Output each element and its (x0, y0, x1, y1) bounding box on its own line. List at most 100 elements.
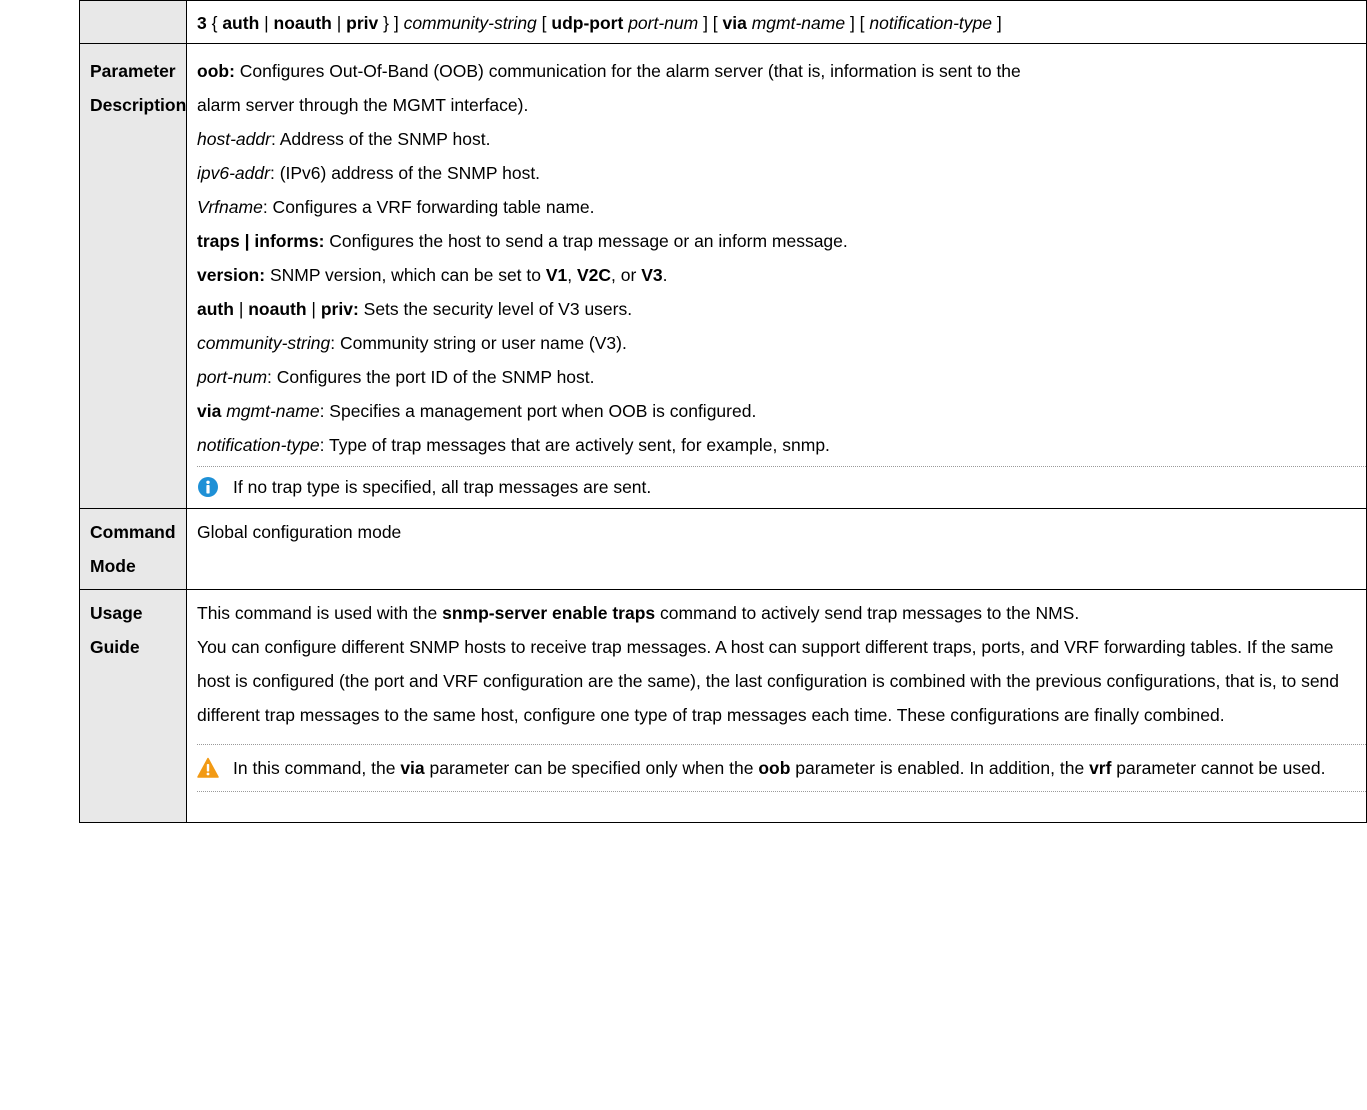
bold-term: V2C (577, 265, 612, 285)
text-run: alarm server through the MGMT interface)… (197, 95, 529, 115)
italic-term: port-num (197, 367, 268, 387)
caution-note: In this command, the via parameter can b… (197, 744, 1366, 792)
italic-term: notification-type (869, 13, 992, 33)
command-mode-label: Command Mode (79, 508, 187, 590)
text-run: ] [ (698, 13, 723, 33)
text-run: SNMP version, which can be set to (265, 265, 546, 285)
text-run: ] [ (845, 13, 870, 33)
bold-term: 3 (197, 13, 207, 33)
bold-term: via (722, 13, 747, 33)
cell-spacer (197, 792, 1366, 822)
text-run: This command is used with the (197, 603, 443, 623)
bold-term: auth (197, 299, 234, 319)
text-run: : Community string or user name (V3). (330, 333, 627, 353)
command-mode-value: Global configuration mode (197, 522, 402, 542)
italic-term: notification-type (197, 435, 320, 455)
bold-term: auth (222, 13, 260, 33)
bold-term: snmp-server enable traps (442, 603, 656, 623)
param-line: host-addr: Address of the SNMP host. (197, 122, 1366, 156)
info-icon (198, 477, 218, 497)
italic-term: ipv6-addr (197, 163, 270, 183)
syntax-row: 3 { auth | noauth | priv } ] community-s… (79, 0, 1367, 44)
bold-term: oob (758, 758, 791, 778)
usage-guide-row: Usage Guide This command is used with th… (79, 589, 1367, 823)
bold-term: priv (346, 13, 379, 33)
text-run: | (331, 13, 347, 33)
param-line: community-string: Community string or us… (197, 326, 1366, 360)
bold-term: via (400, 758, 425, 778)
param-line: oob: Configures Out-Of-Band (OOB) commun… (197, 54, 1366, 88)
italic-term: mgmt-name (226, 401, 320, 421)
syntax-text: 3 { auth | noauth | priv } ] community-s… (197, 1, 1366, 43)
text-run: , (567, 265, 577, 285)
parameter-description: oob: Configures Out-Of-Band (OOB) commun… (186, 43, 1367, 509)
syntax-cell: 3 { auth | noauth | priv } ] community-s… (186, 0, 1367, 44)
command-reference-table: 3 { auth | noauth | priv } ] community-s… (79, 0, 1367, 823)
param-line: via mgmt-name: Specifies a management po… (197, 394, 1366, 428)
text-run: | (233, 299, 249, 319)
param-line: Vrfname: Configures a VRF forwarding tab… (197, 190, 1366, 224)
parameter-label-line1: Parameter (90, 61, 176, 81)
italic-term: Vrfname (197, 197, 263, 217)
bold-term: V3 (641, 265, 663, 285)
parameter-label-line2: Description (90, 95, 187, 115)
bold-term: udp-port (551, 13, 624, 33)
text-run: [ (536, 13, 552, 33)
param-line: port-num: Configures the port ID of the … (197, 360, 1366, 394)
text-run: In this command, the (233, 758, 401, 778)
text-run: If no trap type is specified, all trap m… (233, 477, 652, 497)
syntax-label-cell (79, 0, 187, 44)
usage-guide-label: Usage Guide (79, 589, 187, 823)
param-line: auth | noauth | priv: Sets the security … (197, 292, 1366, 326)
italic-term: port-num (628, 13, 699, 33)
command-mode-row: Command Mode Global configuration mode (79, 508, 1367, 590)
text-run: . (662, 265, 668, 285)
italic-term: community-string (197, 333, 331, 353)
text-run: | (306, 299, 321, 319)
usage-paragraph-1: This command is used with the snmp-serve… (197, 590, 1366, 630)
text-run: : (IPv6) address of the SNMP host. (269, 163, 541, 183)
text-run: ] (991, 13, 1002, 33)
info-note: If no trap type is specified, all trap m… (197, 466, 1366, 508)
usage-guide-cell: This command is used with the snmp-serve… (186, 589, 1367, 823)
parameter-label: Parameter Description (79, 43, 187, 509)
param-line: version: SNMP version, which can be set … (197, 258, 1366, 292)
text-run: : Specifies a management port when OOB i… (319, 401, 757, 421)
text-run: : Address of the SNMP host. (270, 129, 491, 149)
text-run: , or (611, 265, 642, 285)
text-run: : Configures a VRF forwarding table name… (262, 197, 595, 217)
bold-term: traps | informs: (197, 231, 325, 251)
command-mode-cell: Global configuration mode (186, 508, 1367, 590)
warning-icon (197, 757, 219, 778)
text-run: parameter is enabled. In addition, the (790, 758, 1090, 778)
italic-term: mgmt-name (751, 13, 846, 33)
bold-term: noauth (248, 299, 307, 319)
param-line: ipv6-addr: (IPv6) address of the SNMP ho… (197, 156, 1366, 190)
text-run: Sets the security level of V3 users. (358, 299, 633, 319)
text-run: command to actively send trap messages t… (655, 603, 1080, 623)
command-mode-label-line2: Mode (90, 556, 136, 576)
bold-term: via (197, 401, 222, 421)
caution-note-text: In this command, the via parameter can b… (233, 751, 1355, 785)
text-run: parameter can be specified only when the (424, 758, 759, 778)
bold-term: version: (197, 265, 266, 285)
param-line: traps | informs: Configures the host to … (197, 224, 1366, 258)
text-run: : Configures the port ID of the SNMP hos… (267, 367, 595, 387)
italic-term: host-addr (197, 129, 271, 149)
text-run: } ] (378, 13, 404, 33)
bold-term: V1 (545, 265, 568, 285)
text-run: { (206, 13, 223, 33)
bold-term: priv: (320, 299, 359, 319)
text-run: | (259, 13, 274, 33)
bold-term: oob: (197, 61, 235, 81)
bold-term: vrf (1089, 758, 1112, 778)
italic-term: community-string (403, 13, 537, 33)
usage-paragraph-2: You can configure different SNMP hosts t… (197, 637, 1340, 725)
info-note-text: If no trap type is specified, all trap m… (233, 470, 651, 504)
parameter-lines: oob: Configures Out-Of-Band (OOB) commun… (197, 44, 1366, 466)
param-line: alarm server through the MGMT interface)… (197, 88, 1366, 122)
text-run: parameter cannot be used. (1111, 758, 1326, 778)
param-line: notification-type: Type of trap messages… (197, 428, 1366, 462)
bold-term: noauth (273, 13, 332, 33)
text-run: Configures the host to send a trap messa… (324, 231, 848, 251)
